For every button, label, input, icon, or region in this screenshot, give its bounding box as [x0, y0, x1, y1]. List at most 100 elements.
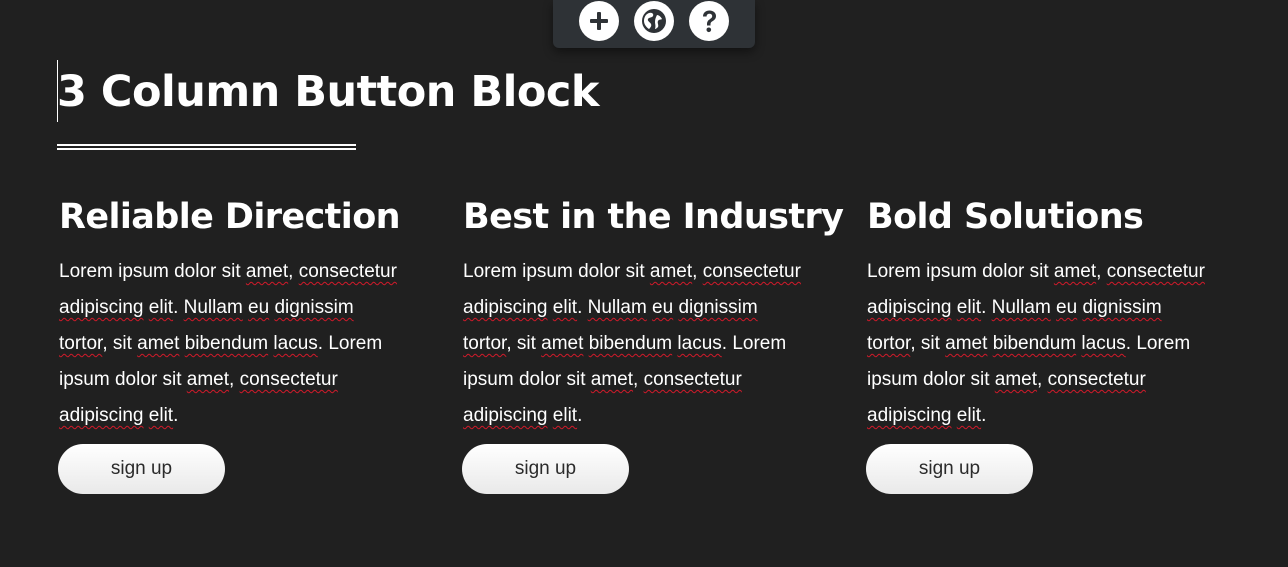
spellcheck-flagged-word: amet [945, 333, 988, 354]
spellcheck-flagged-word: adipiscing [867, 405, 952, 426]
add-block-button[interactable] [579, 1, 619, 41]
spellcheck-flagged-word: amet [994, 369, 1038, 390]
spellcheck-flagged-word: consectetur [298, 261, 397, 282]
page-title[interactable]: 3 Column Button Block [57, 62, 600, 122]
spellcheck-flagged-word: amet [137, 333, 180, 354]
spellcheck-flagged-word: amet [1053, 261, 1097, 282]
text-segment: , [692, 261, 703, 282]
text-segment: . [173, 297, 184, 318]
column-best-in-the-industry: Best in the Industry Lorem ipsum dolor s… [462, 193, 844, 494]
body-text-line: adipiscing elit. [463, 398, 843, 434]
spellcheck-flagged-word: consectetur [702, 261, 801, 282]
spellcheck-flagged-word: Nullam [183, 297, 243, 318]
spellcheck-flagged-word: lacus [677, 333, 722, 354]
text-segment: , sit [910, 333, 946, 354]
body-text-line: adipiscing elit. Nullam eu dignissim [463, 290, 843, 326]
spellcheck-flagged-word: consectetur [643, 369, 742, 390]
body-text-line: Lorem ipsum dolor sit amet, consectetur [59, 254, 439, 290]
spellcheck-flagged-word: consectetur [1047, 369, 1146, 390]
body-text-line: ipsum dolor sit amet, consectetur [59, 362, 439, 398]
spellcheck-flagged-word: Nullam [991, 297, 1051, 318]
title-divider [57, 144, 356, 150]
text-segment: . [981, 405, 987, 426]
spellcheck-flagged-word: bibendum [184, 333, 269, 354]
body-text-line: adipiscing elit. [59, 398, 439, 434]
spellcheck-flagged-word: elit [148, 297, 174, 318]
body-text-line: adipiscing elit. Nullam eu dignissim [867, 290, 1247, 326]
text-segment: , [229, 369, 240, 390]
spellcheck-flagged-word: amet [590, 369, 634, 390]
spellcheck-flagged-word: adipiscing [867, 297, 952, 318]
spellcheck-flagged-word: consectetur [1106, 261, 1205, 282]
spellcheck-flagged-word: adipiscing [463, 297, 548, 318]
spellcheck-flagged-word: elit [956, 297, 982, 318]
body-text-line: adipiscing elit. Nullam eu dignissim [59, 290, 439, 326]
spellcheck-flagged-word: eu [652, 297, 674, 318]
spellcheck-flagged-word: adipiscing [463, 405, 548, 426]
column-heading[interactable]: Best in the Industry [463, 193, 844, 241]
help-button[interactable] [689, 1, 729, 41]
text-segment: . [577, 405, 583, 426]
spellcheck-flagged-word: elit [148, 405, 174, 426]
text-segment: ipsum dolor sit [463, 369, 591, 390]
text-segment: Lorem ipsum dolor sit [463, 261, 650, 282]
spellcheck-flagged-word: dignissim [678, 297, 758, 318]
spellcheck-flagged-word: adipiscing [59, 405, 144, 426]
spellcheck-flagged-word: dignissim [274, 297, 354, 318]
spellcheck-flagged-word: bibendum [588, 333, 673, 354]
spellcheck-flagged-word: bibendum [992, 333, 1077, 354]
spellcheck-flagged-word: amet [649, 261, 693, 282]
body-text-line: tortor, sit amet bibendum lacus. Lorem [867, 326, 1247, 362]
column-bold-solutions: Bold Solutions Lorem ipsum dolor sit ame… [866, 193, 1247, 494]
text-segment: Lorem ipsum dolor sit [867, 261, 1054, 282]
sign-up-button[interactable]: sign up [58, 444, 225, 494]
body-text-line: adipiscing elit. [867, 398, 1247, 434]
spellcheck-flagged-word: Nullam [587, 297, 647, 318]
column-heading[interactable]: Reliable Direction [59, 193, 439, 241]
spellcheck-flagged-word: amet [186, 369, 230, 390]
text-segment: , sit [102, 333, 138, 354]
text-segment: , [288, 261, 299, 282]
column-heading[interactable]: Bold Solutions [867, 193, 1247, 241]
text-segment: Lorem ipsum dolor sit [59, 261, 246, 282]
body-text-line: ipsum dolor sit amet, consectetur [463, 362, 843, 398]
spellcheck-flagged-word: lacus [273, 333, 318, 354]
spellcheck-flagged-word: tortor [867, 333, 911, 354]
text-segment: , sit [506, 333, 542, 354]
text-segment: . [173, 405, 179, 426]
body-text-line: Lorem ipsum dolor sit amet, consectetur [463, 254, 843, 290]
spellcheck-flagged-word: consectetur [239, 369, 338, 390]
text-segment: , [633, 369, 644, 390]
body-text-line: Lorem ipsum dolor sit amet, consectetur [867, 254, 1247, 290]
sign-up-button[interactable]: sign up [462, 444, 629, 494]
spellcheck-flagged-word: amet [245, 261, 289, 282]
column-reliable-direction: Reliable Direction Lorem ipsum dolor sit… [58, 193, 439, 494]
floating-toolbar [553, 0, 755, 48]
spellcheck-flagged-word: eu [248, 297, 270, 318]
text-segment: , [1037, 369, 1048, 390]
text-segment: . [981, 297, 992, 318]
spellcheck-flagged-word: elit [552, 405, 578, 426]
body-text-line: ipsum dolor sit amet, consectetur [867, 362, 1247, 398]
text-segment: . Lorem [1125, 333, 1191, 354]
spellcheck-flagged-word: tortor [59, 333, 103, 354]
spellcheck-flagged-word: elit [552, 297, 578, 318]
column-body-text[interactable]: Lorem ipsum dolor sit amet, consectetur a… [867, 254, 1247, 434]
spellcheck-flagged-word: lacus [1081, 333, 1126, 354]
question-icon [703, 10, 716, 33]
sign-up-button[interactable]: sign up [866, 444, 1033, 494]
column-body-text[interactable]: Lorem ipsum dolor sit amet, consectetur a… [59, 254, 439, 434]
column-body-text[interactable]: Lorem ipsum dolor sit amet, consectetur a… [463, 254, 843, 434]
text-segment: ipsum dolor sit [867, 369, 995, 390]
plus-icon [590, 12, 608, 30]
globe-icon [642, 9, 666, 33]
spellcheck-flagged-word: adipiscing [59, 297, 144, 318]
spellcheck-flagged-word: elit [956, 405, 982, 426]
body-text-line: tortor, sit amet bibendum lacus. Lorem [59, 326, 439, 362]
body-text-line: tortor, sit amet bibendum lacus. Lorem [463, 326, 843, 362]
text-segment: . [577, 297, 588, 318]
spellcheck-flagged-word: amet [541, 333, 584, 354]
globe-button[interactable] [634, 1, 674, 41]
spellcheck-flagged-word: eu [1056, 297, 1078, 318]
editor-canvas: 3 Column Button Block Reliable Direction… [0, 0, 1288, 567]
